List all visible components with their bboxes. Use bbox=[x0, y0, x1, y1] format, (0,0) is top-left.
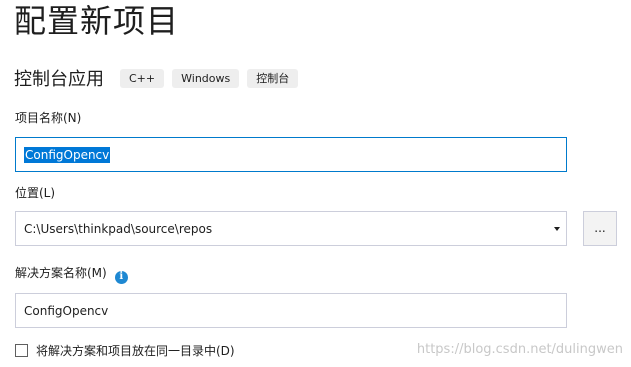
chevron-down-icon[interactable] bbox=[554, 226, 560, 231]
location-value: C:\Users\thinkpad\source\repos bbox=[24, 221, 213, 236]
solution-name-value: ConfigOpencv bbox=[24, 303, 109, 318]
solution-name-label-row: 解决方案名称(M) i bbox=[15, 265, 128, 284]
template-header: 控制台应用 C++ Windows 控制台 bbox=[14, 64, 306, 92]
location-label: 位置(L) bbox=[15, 186, 56, 200]
solution-name-label: 解决方案名称(M) bbox=[15, 266, 107, 280]
browse-button[interactable]: ... bbox=[583, 211, 617, 246]
project-name-input[interactable]: ConfigOpencv bbox=[15, 137, 567, 172]
same-directory-label: 将解决方案和项目放在同一目录中(D) bbox=[36, 344, 235, 358]
tag-project-type: 控制台 bbox=[247, 68, 299, 88]
solution-name-input[interactable]: ConfigOpencv bbox=[15, 293, 567, 328]
project-name-label: 项目名称(N) bbox=[15, 111, 82, 125]
info-icon[interactable]: i bbox=[114, 270, 128, 284]
page-title: 配置新项目 bbox=[14, 2, 180, 40]
tag-language: C++ bbox=[120, 68, 165, 88]
same-directory-option[interactable]: 将解决方案和项目放在同一目录中(D) bbox=[15, 342, 235, 359]
location-combobox[interactable]: C:\Users\thinkpad\source\repos bbox=[15, 211, 567, 246]
project-name-value: ConfigOpencv bbox=[24, 146, 111, 163]
same-directory-checkbox[interactable] bbox=[15, 344, 28, 357]
template-name: 控制台应用 bbox=[14, 69, 104, 90]
tag-platform: Windows bbox=[172, 68, 240, 88]
watermark: https://blog.csdn.net/dulingwen bbox=[416, 342, 623, 357]
